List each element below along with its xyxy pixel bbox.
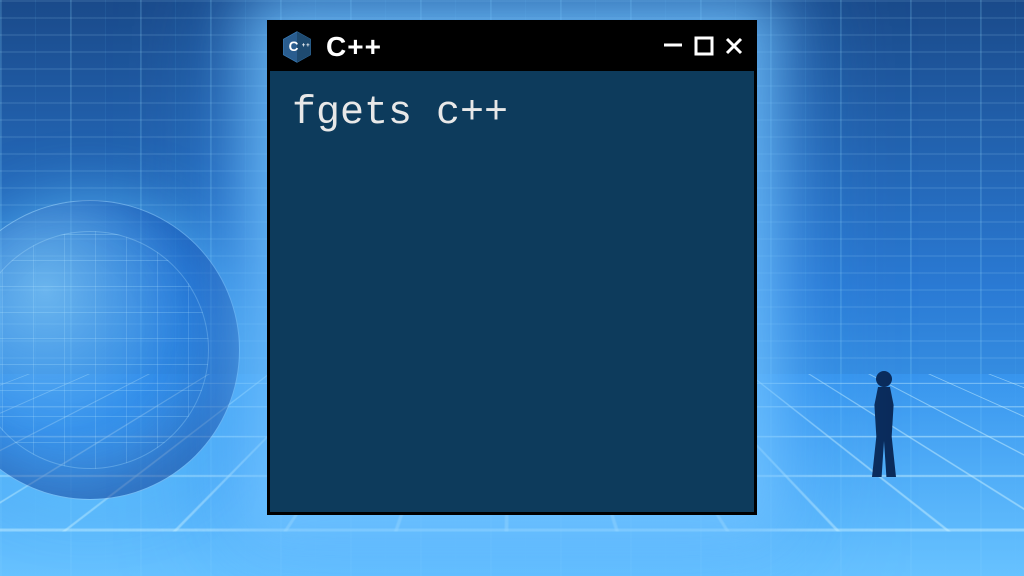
maximize-button[interactable] [694, 34, 714, 60]
window-controls [662, 34, 744, 60]
svg-text:+: + [302, 42, 306, 49]
terminal-content: fgets c++ [292, 91, 732, 136]
minimize-button[interactable] [662, 34, 684, 60]
terminal-body[interactable]: fgets c++ [270, 71, 754, 512]
cpp-logo-icon: C + + [280, 30, 314, 64]
terminal-window: C + + C++ fgets c++ [267, 20, 757, 515]
window-title: C++ [326, 31, 662, 63]
close-button[interactable] [724, 34, 744, 60]
svg-text:C: C [289, 39, 299, 54]
svg-text:+: + [306, 42, 310, 49]
silhouette-person [864, 371, 904, 481]
titlebar[interactable]: C + + C++ [270, 23, 754, 71]
